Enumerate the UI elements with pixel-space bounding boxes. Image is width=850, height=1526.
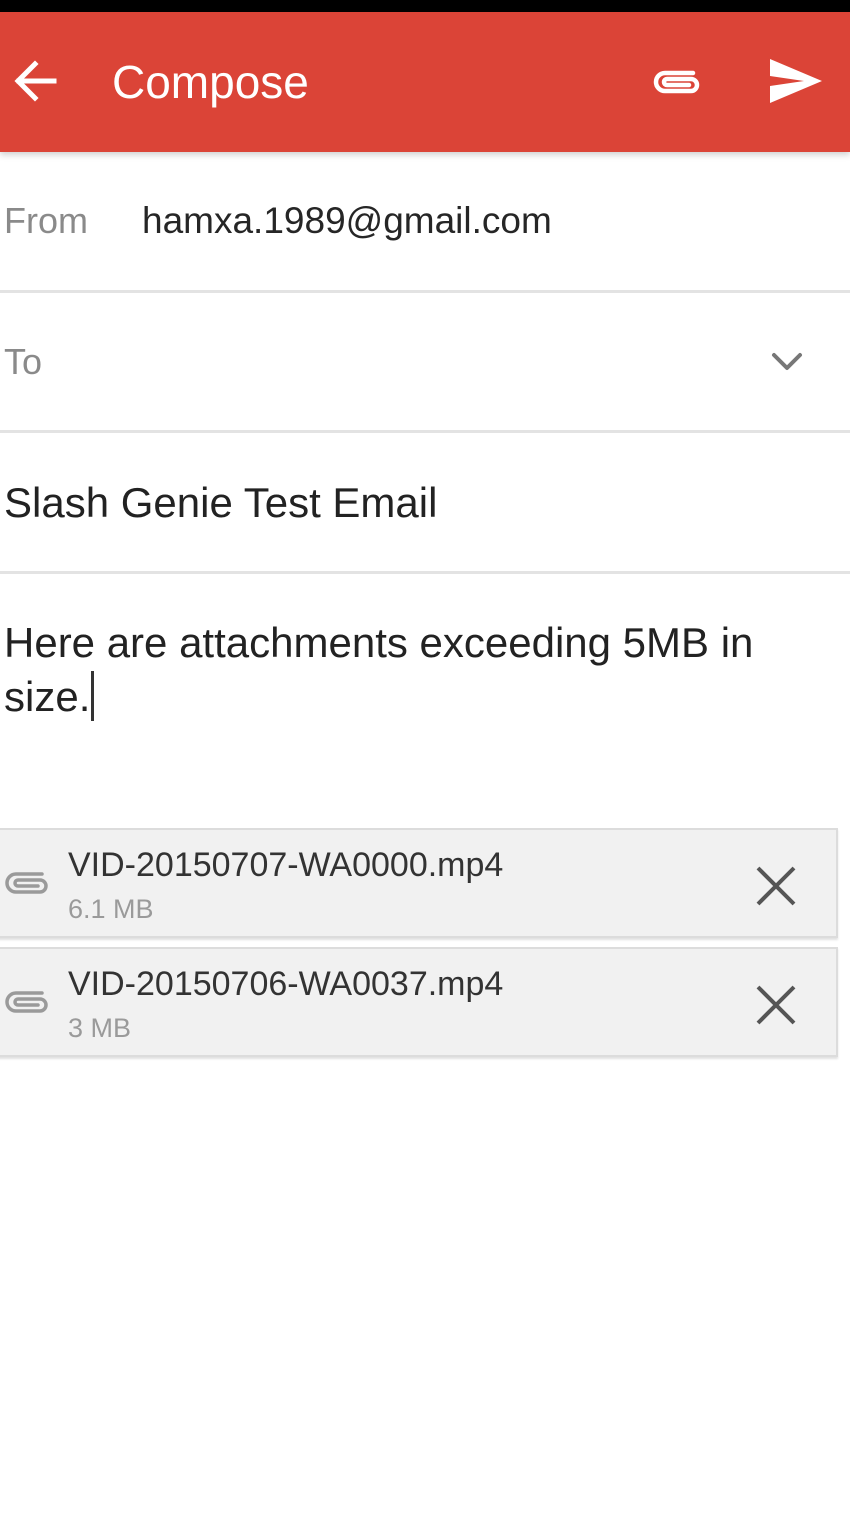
attachment-item[interactable]: VID-20150706-WA0037.mp4 3 MB <box>0 947 838 1057</box>
paperclip-icon <box>653 70 700 94</box>
attach-button[interactable] <box>644 54 710 110</box>
subject-row[interactable]: Slash Genie Test Email <box>0 433 850 574</box>
to-label: To <box>4 341 43 382</box>
back-button[interactable] <box>6 52 64 110</box>
chevron-down-icon <box>772 353 802 370</box>
attachment-name: VID-20150707-WA0000.mp4 <box>68 846 504 884</box>
attachment-item[interactable]: VID-20150707-WA0000.mp4 6.1 MB <box>0 828 838 938</box>
from-account-select[interactable]: hamxa.1989@gmail.com <box>142 200 552 242</box>
send-icon <box>770 59 822 103</box>
arrow-back-icon <box>14 60 57 102</box>
attachment-name: VID-20150706-WA0037.mp4 <box>68 965 504 1003</box>
remove-attachment-button[interactable] <box>750 979 802 1031</box>
to-input[interactable] <box>70 329 734 395</box>
send-button[interactable] <box>762 50 828 112</box>
subject-field[interactable]: Slash Genie Test Email <box>4 479 437 527</box>
attachment-size: 3 MB <box>68 1013 132 1043</box>
page-title: Compose <box>112 56 309 108</box>
text-cursor <box>91 671 95 721</box>
paperclip-icon <box>5 872 48 894</box>
close-icon <box>756 985 796 1025</box>
paperclip-icon <box>5 991 48 1013</box>
compose-body[interactable]: Here are attachments exceeding 5MB in si… <box>4 616 824 724</box>
app-bar: Compose <box>0 12 850 152</box>
attachment-size: 6.1 MB <box>68 894 154 924</box>
status-bar <box>0 0 850 12</box>
remove-attachment-button[interactable] <box>750 860 802 912</box>
from-label: From <box>4 200 88 241</box>
body-text: Here are attachments exceeding 5MB in si… <box>4 619 754 720</box>
from-row: From hamxa.1989@gmail.com <box>0 152 850 293</box>
close-icon <box>756 866 796 906</box>
expand-recipients-button[interactable] <box>762 337 812 387</box>
to-row: To <box>0 293 850 433</box>
